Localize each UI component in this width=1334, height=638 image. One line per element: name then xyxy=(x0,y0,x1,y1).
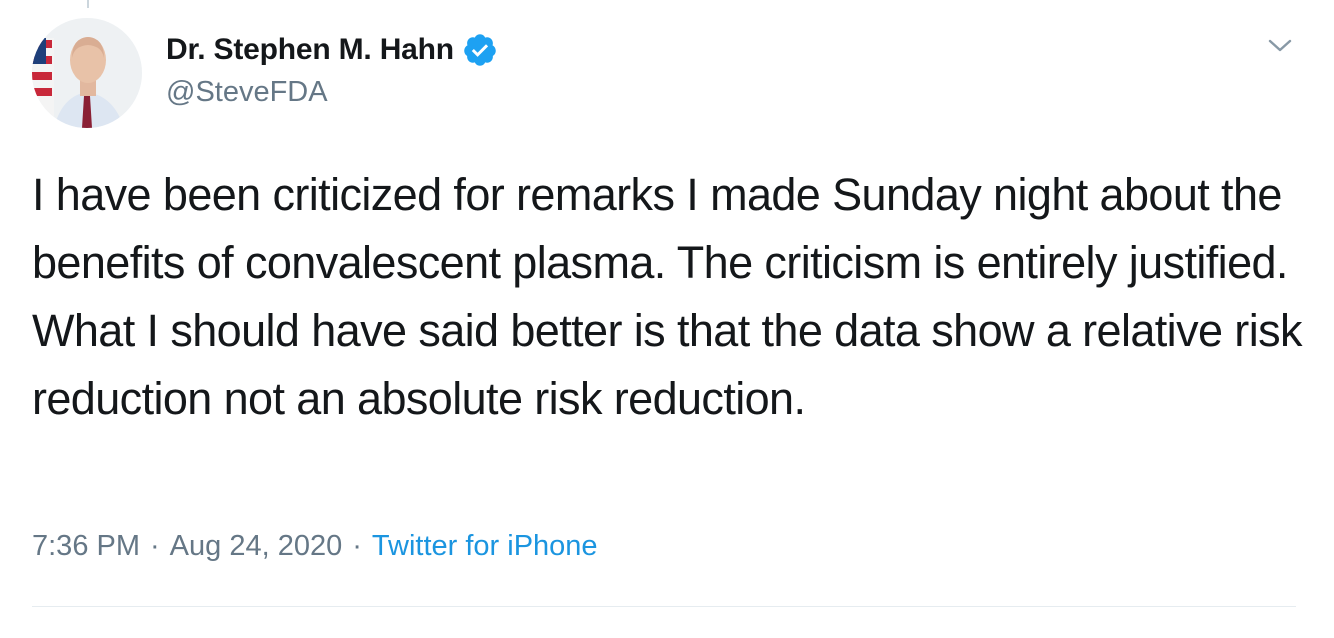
author-display-name[interactable]: Dr. Stephen M. Hahn xyxy=(166,33,454,67)
tweet-menu-button[interactable] xyxy=(1262,28,1298,64)
meta-separator: · xyxy=(150,530,160,562)
tweet-time[interactable]: 7:36 PM xyxy=(32,530,140,563)
divider xyxy=(32,606,1296,607)
tweet-body-text: I have been criticized for remarks I mad… xyxy=(32,169,1314,424)
thread-connector-line xyxy=(87,0,89,8)
meta-separator: · xyxy=(352,530,362,562)
chevron-down-icon xyxy=(1268,39,1292,52)
verified-badge-icon xyxy=(462,32,498,68)
avatar[interactable] xyxy=(32,18,142,128)
tweet-date[interactable]: Aug 24, 2020 xyxy=(170,530,343,563)
avatar-photo-icon xyxy=(32,18,142,128)
author-name-row: Dr. Stephen M. Hahn xyxy=(166,28,498,72)
tweet-meta: 7:36 PM · Aug 24, 2020 · Twitter for iPhone xyxy=(32,530,598,563)
tweet-source-link[interactable]: Twitter for iPhone xyxy=(372,530,598,563)
author-handle[interactable]: @SteveFDA xyxy=(166,76,328,109)
